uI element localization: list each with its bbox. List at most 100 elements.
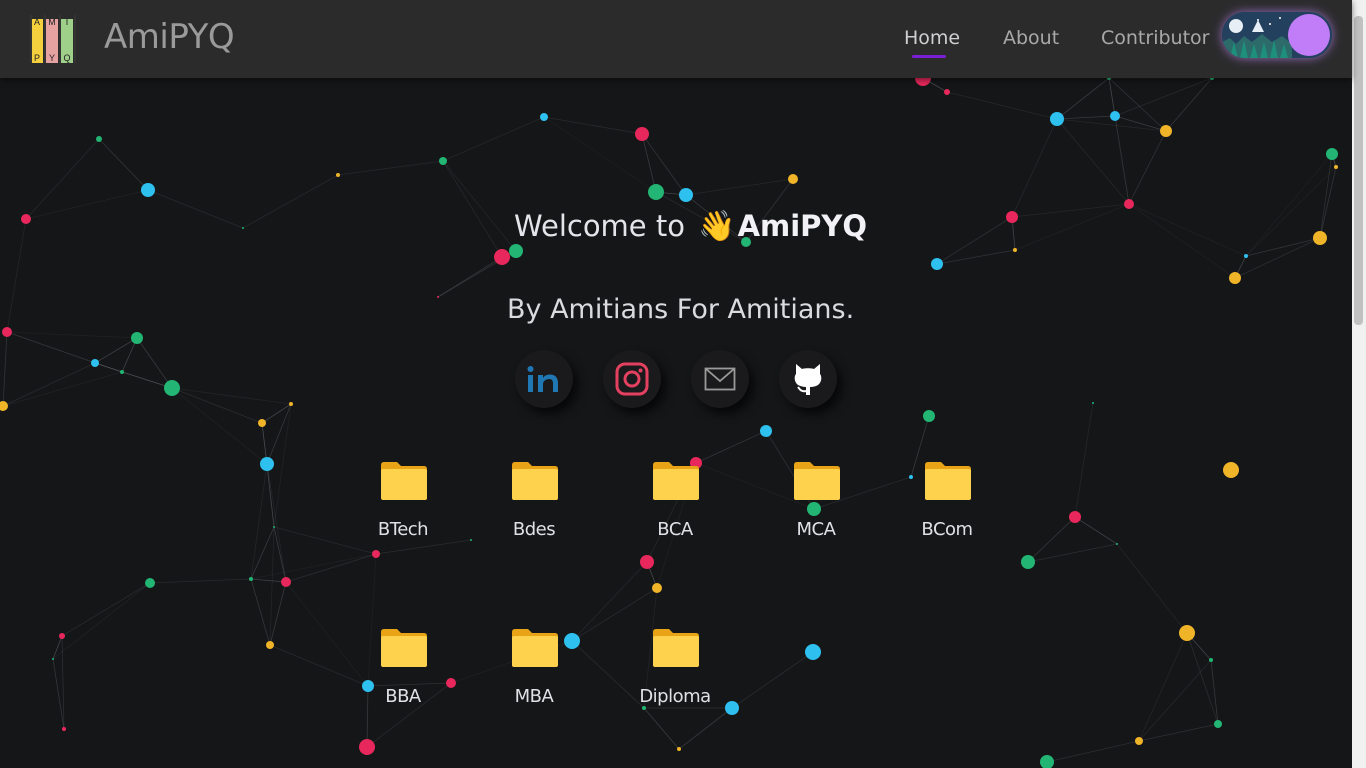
network-dot bbox=[258, 419, 266, 427]
network-link bbox=[266, 403, 292, 465]
tagline: By Amitians For Amitians. bbox=[507, 294, 855, 325]
network-link bbox=[1245, 237, 1321, 257]
folder-icon bbox=[925, 462, 971, 500]
network-dot bbox=[141, 183, 155, 197]
network-link bbox=[1165, 77, 1213, 132]
network-dot bbox=[1209, 658, 1213, 662]
folder-icon bbox=[653, 462, 699, 500]
network-dot bbox=[0, 401, 8, 411]
folder-bcom[interactable]: BCom bbox=[897, 461, 997, 551]
network-dot bbox=[679, 188, 693, 202]
mail-icon bbox=[704, 367, 736, 391]
network-link bbox=[1056, 118, 1167, 132]
network-link bbox=[94, 337, 138, 364]
amipyq-logo[interactable]: A M I P Y Q bbox=[30, 15, 76, 63]
network-dot bbox=[1135, 737, 1143, 745]
folder-mca[interactable]: MCA bbox=[766, 461, 866, 551]
network-dot bbox=[1069, 511, 1081, 523]
network-link bbox=[171, 387, 268, 465]
network-dot bbox=[494, 249, 510, 265]
folder-icon bbox=[381, 462, 427, 500]
linkedin-icon bbox=[527, 366, 558, 392]
network-dot bbox=[725, 701, 739, 715]
network-link bbox=[273, 403, 292, 528]
network-dot bbox=[2, 327, 12, 337]
network-link bbox=[52, 582, 151, 660]
network-link bbox=[269, 526, 275, 646]
nav-contributor[interactable]: Contributor bbox=[1101, 27, 1209, 49]
network-link bbox=[147, 189, 244, 229]
network-link bbox=[250, 553, 377, 580]
network-dot bbox=[760, 425, 772, 437]
network-dot bbox=[359, 739, 375, 755]
network-link bbox=[1128, 130, 1167, 205]
network-link bbox=[442, 116, 545, 162]
network-link bbox=[1014, 203, 1130, 251]
network-link bbox=[2, 371, 123, 407]
logo-letter: A bbox=[34, 17, 40, 27]
folder-mba[interactable]: MBA bbox=[484, 628, 584, 718]
folder-bca[interactable]: BCA bbox=[625, 461, 725, 551]
logo-letter: M bbox=[48, 17, 56, 27]
brand-name[interactable]: AmiPYQ bbox=[104, 17, 235, 57]
network-link bbox=[1056, 118, 1130, 205]
network-dot bbox=[509, 244, 523, 258]
folder-diploma[interactable]: Diploma bbox=[625, 628, 725, 718]
active-nav-indicator bbox=[912, 55, 946, 58]
network-link bbox=[2, 362, 96, 407]
network-link bbox=[731, 651, 814, 709]
instagram-icon bbox=[615, 362, 649, 396]
folder-label: BCA bbox=[657, 519, 693, 540]
nav-about[interactable]: About bbox=[1003, 27, 1059, 49]
folder-label: Diploma bbox=[639, 686, 711, 707]
network-link bbox=[1138, 632, 1188, 742]
theme-toggle[interactable] bbox=[1222, 12, 1332, 58]
logo-letter: I bbox=[66, 17, 69, 27]
network-dot bbox=[242, 227, 244, 229]
folder-label: BBA bbox=[385, 686, 421, 707]
network-dot bbox=[1092, 402, 1094, 404]
folder-label: Bdes bbox=[512, 519, 556, 540]
instagram-button[interactable] bbox=[603, 350, 661, 408]
network-link bbox=[6, 331, 138, 339]
network-dot bbox=[249, 577, 253, 581]
network-dot bbox=[1116, 543, 1118, 545]
network-dot bbox=[437, 296, 439, 298]
network-link bbox=[2, 331, 8, 407]
network-dot bbox=[652, 583, 662, 593]
folder-bba[interactable]: BBA bbox=[353, 628, 453, 718]
scrollbar-thumb[interactable] bbox=[1354, 16, 1363, 325]
network-dot bbox=[470, 539, 472, 541]
network-dot bbox=[1160, 125, 1172, 137]
network-link bbox=[61, 582, 151, 637]
folder-label: MBA bbox=[514, 686, 554, 707]
toggle-knob[interactable] bbox=[1288, 14, 1330, 56]
folder-label: MCA bbox=[796, 519, 836, 540]
network-link bbox=[946, 91, 1058, 120]
network-dot bbox=[788, 174, 798, 184]
network-dot bbox=[281, 577, 291, 587]
network-link bbox=[149, 578, 252, 584]
network-link bbox=[442, 160, 517, 252]
network-link bbox=[25, 189, 149, 220]
network-link bbox=[1234, 237, 1321, 279]
network-link bbox=[695, 430, 767, 464]
github-button[interactable] bbox=[779, 350, 837, 408]
network-dot bbox=[96, 136, 102, 142]
network-dot bbox=[640, 555, 654, 569]
network-link bbox=[1027, 516, 1076, 563]
folder-bdes[interactable]: Bdes bbox=[484, 461, 584, 551]
logo-letter: P bbox=[34, 53, 40, 63]
network-dot bbox=[273, 526, 275, 528]
network-link bbox=[1046, 740, 1140, 763]
network-link bbox=[1128, 203, 1247, 257]
network-dot bbox=[1179, 625, 1195, 641]
nav-home[interactable]: Home bbox=[904, 27, 960, 49]
network-dot bbox=[1040, 755, 1054, 768]
network-link bbox=[685, 178, 794, 196]
network-dot bbox=[1313, 231, 1327, 245]
network-link bbox=[543, 116, 643, 135]
email-button[interactable] bbox=[691, 350, 749, 408]
linkedin-button[interactable] bbox=[515, 350, 573, 408]
folder-btech[interactable]: BTech bbox=[353, 461, 453, 551]
